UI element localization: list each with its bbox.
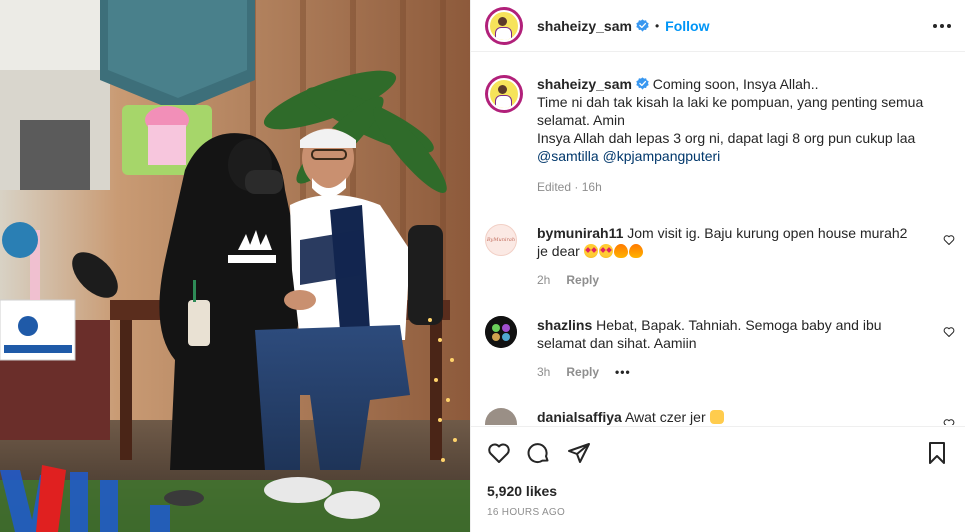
comment-text: Awat czer jer [624, 409, 706, 425]
comment-like-heart-icon[interactable] [943, 326, 955, 338]
more-options-icon[interactable] [931, 16, 953, 36]
action-bar [487, 441, 949, 467]
commenter-username[interactable]: shazlins [537, 317, 592, 333]
mention-link[interactable]: @kpjampangputeri [603, 148, 721, 164]
caption-author-avatar[interactable] [485, 75, 523, 113]
verified-badge-icon [636, 19, 649, 32]
post-timestamp[interactable]: 16 HOURS AGO [487, 507, 565, 518]
caption-meta: Edited · 16h [537, 178, 945, 196]
commenter-username[interactable]: danialsaffiya [537, 409, 622, 425]
heart-icon[interactable] [487, 441, 511, 465]
commenter-username[interactable]: bymunirah11 [537, 225, 623, 241]
header-separator: • [654, 18, 660, 33]
caption-line-2: Time ni dah tak kisah la laki ke pompuan… [537, 94, 924, 128]
commenter-avatar[interactable] [485, 316, 517, 348]
caption-line-3: Insya Allah dah lepas 3 org ni, dapat la… [537, 130, 916, 146]
comment-item: danialsaffiya Awat czer jer [485, 408, 955, 425]
author-avatar[interactable] [485, 6, 523, 45]
comment-time: 3h [537, 365, 551, 379]
edited-separator: · [574, 180, 579, 194]
edited-label: Edited [537, 180, 572, 194]
follow-button[interactable]: Follow [665, 18, 709, 34]
likes-count[interactable]: 5,920 likes [487, 483, 557, 499]
reply-button[interactable]: Reply [566, 273, 599, 287]
commenter-avatar-image [485, 316, 517, 348]
star-struck-emoji-icon [583, 244, 598, 258]
comment-item: shazlins Hebat, Bapak. Tahniah. Semoga b… [485, 316, 955, 379]
fire-emoji-icon [613, 244, 628, 258]
reply-button[interactable]: Reply [566, 365, 599, 379]
fire-emoji-icon [628, 244, 643, 258]
post-detail-panel: shaheizy_sam • Follow shaheizy_sam Comin… [470, 0, 965, 532]
comment-like-heart-icon[interactable] [943, 234, 955, 246]
post-header: shaheizy_sam • Follow [471, 0, 965, 52]
commenter-avatar[interactable] [485, 408, 517, 425]
comments-section[interactable]: shaheizy_sam Coming soon, Insya Allah.. … [471, 53, 965, 425]
edited-time: 16h [581, 180, 602, 194]
raised-hand-emoji-icon [709, 410, 724, 424]
comment-icon[interactable] [527, 441, 551, 465]
paper-plane-icon[interactable] [567, 441, 591, 465]
verified-badge-icon [636, 77, 649, 90]
caption-author-username[interactable]: shaheizy_sam [537, 76, 632, 92]
comment-more-options[interactable]: ••• [615, 365, 631, 379]
mention-link[interactable]: @samtilla [537, 148, 599, 164]
post-caption: shaheizy_sam Coming soon, Insya Allah.. … [485, 75, 945, 196]
caption-line-1: Coming soon, Insya Allah.. [652, 76, 819, 92]
commenter-avatar[interactable]: ByMunirah [485, 224, 517, 256]
star-struck-emoji-icon [598, 244, 613, 258]
post-photo[interactable] [0, 0, 470, 532]
comment-like-heart-icon[interactable] [943, 418, 955, 425]
comment-item: ByMunirah bymunirah11 Jom visit ig. Baju… [485, 224, 955, 287]
bookmark-icon[interactable] [925, 441, 949, 465]
commenter-avatar-logo: ByMunirah [486, 237, 516, 243]
author-username[interactable]: shaheizy_sam [537, 18, 632, 34]
post-footer: 5,920 likes 16 HOURS AGO [471, 426, 965, 532]
comment-time: 2h [537, 273, 551, 287]
